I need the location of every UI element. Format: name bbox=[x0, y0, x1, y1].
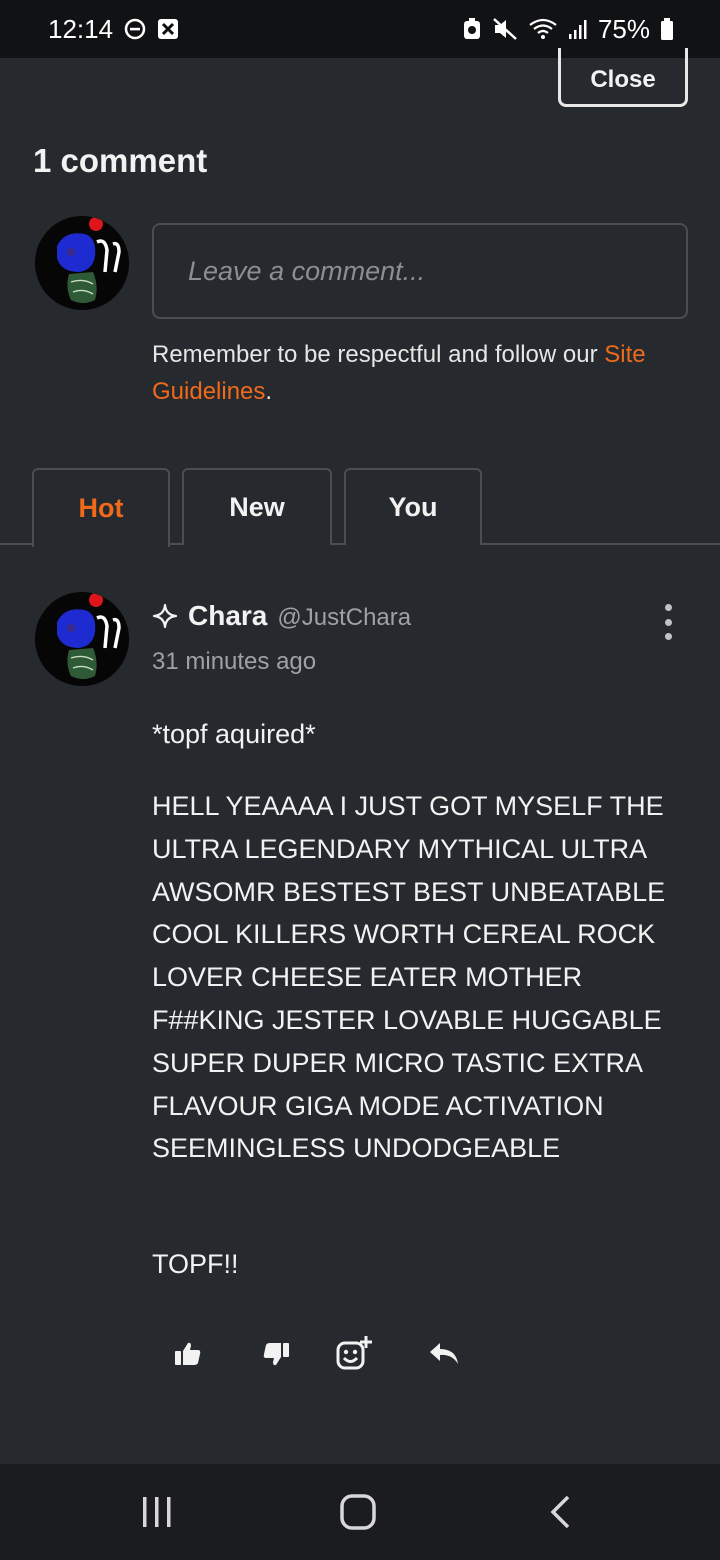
avatar bbox=[35, 216, 129, 310]
like-icon[interactable] bbox=[168, 1334, 208, 1374]
comment-count: 1 comment bbox=[33, 142, 208, 179]
guidelines-end: . bbox=[265, 378, 273, 405]
guidelines-text: Remember to be respectful and follow our bbox=[152, 341, 605, 368]
guidelines-note: Remember to be respectful and follow our… bbox=[152, 336, 692, 410]
comment-author-avatar[interactable] bbox=[35, 592, 129, 686]
tab-you[interactable]: You bbox=[344, 468, 482, 545]
do-not-disturb-icon bbox=[123, 17, 147, 41]
mute-icon bbox=[492, 17, 518, 41]
sparkle-icon bbox=[152, 603, 178, 629]
navigation-bar bbox=[0, 1464, 720, 1560]
comment-paragraph: HELL YEAAAA I JUST GOT MYSELF THE ULTRA … bbox=[152, 791, 666, 1164]
reply-icon[interactable] bbox=[424, 1334, 464, 1374]
comment-author-handle[interactable]: @JustChara bbox=[277, 604, 411, 632]
wifi-icon bbox=[528, 17, 558, 41]
battery-icon bbox=[660, 17, 674, 41]
recent-apps-icon[interactable] bbox=[107, 1464, 207, 1560]
battery-saver-icon bbox=[462, 17, 482, 41]
comment-paragraph: *topf aquired* bbox=[152, 719, 316, 749]
tab-hot[interactable]: Hot bbox=[32, 468, 170, 547]
back-icon[interactable] bbox=[510, 1464, 610, 1560]
home-icon[interactable] bbox=[308, 1464, 408, 1560]
add-reaction-icon[interactable] bbox=[334, 1334, 374, 1374]
close-button[interactable]: Close bbox=[558, 48, 688, 107]
status-time: 12:14 bbox=[48, 13, 114, 44]
tab-new[interactable]: New bbox=[182, 468, 332, 545]
signal-icon bbox=[568, 18, 588, 40]
dislike-icon[interactable] bbox=[256, 1334, 296, 1374]
comment-author-name[interactable]: Chara bbox=[188, 600, 267, 632]
battery-percent: 75% bbox=[597, 13, 650, 44]
active-tab-gap bbox=[34, 541, 168, 547]
comment-actions bbox=[0, 1334, 720, 1374]
app-notification-icon bbox=[157, 18, 179, 40]
comment-timestamp: 31 minutes ago bbox=[152, 648, 317, 675]
comment-paragraph: TOPF!! bbox=[152, 1249, 239, 1279]
comment-input[interactable] bbox=[152, 223, 688, 319]
comment-author-row: Chara @JustChara bbox=[152, 600, 411, 632]
more-options-icon[interactable] bbox=[655, 604, 681, 640]
